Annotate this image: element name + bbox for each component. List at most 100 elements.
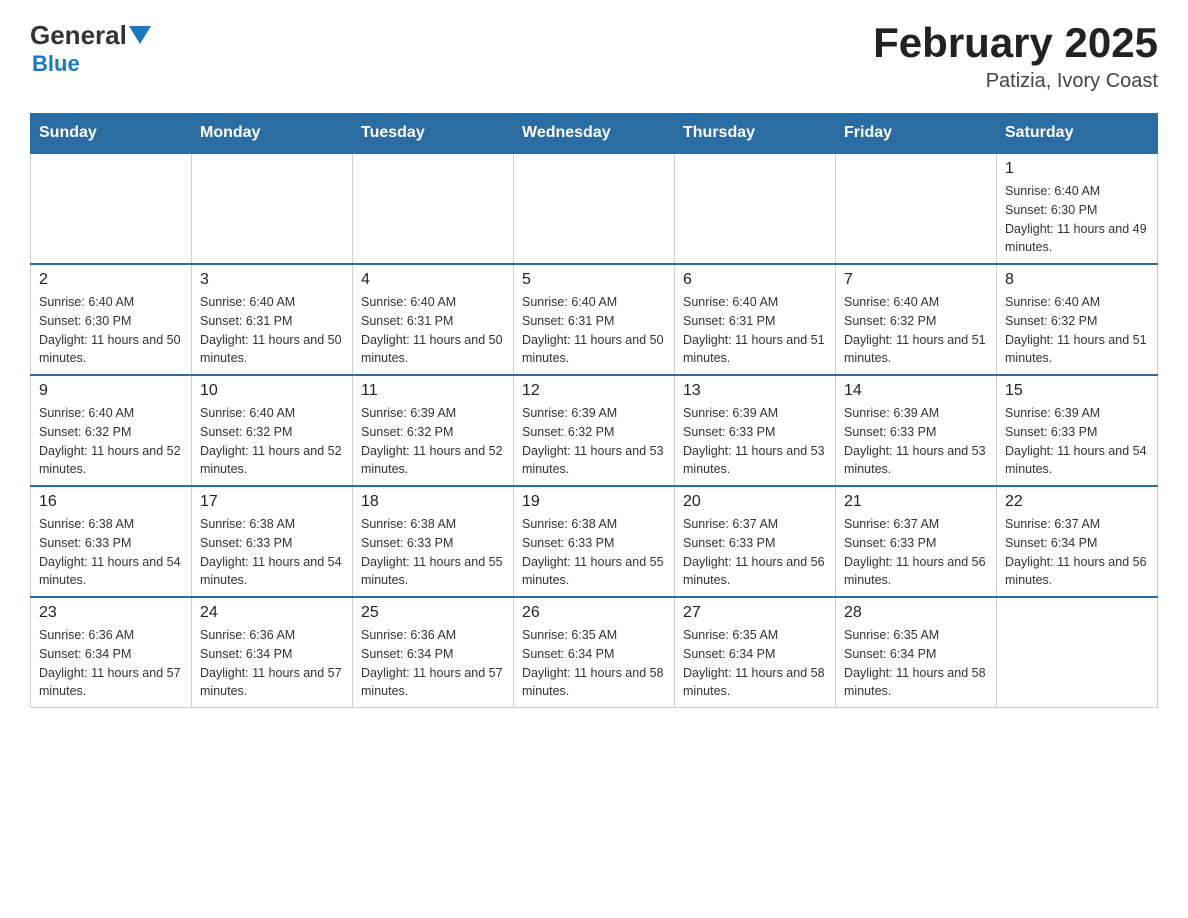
day-info: Sunrise: 6:40 AMSunset: 6:32 PMDaylight:… xyxy=(1005,293,1149,368)
day-number: 17 xyxy=(200,493,344,511)
calendar-day-cell: 23 Sunrise: 6:36 AMSunset: 6:34 PMDayligh… xyxy=(31,597,192,708)
calendar-day-cell xyxy=(675,153,836,264)
calendar-day-cell: 28Sunrise: 6:35 AMSunset: 6:34 PMDayligh… xyxy=(836,597,997,708)
day-info: Sunrise: 6:40 AMSunset: 6:30 PMDaylight:… xyxy=(39,293,183,368)
logo-general-text: General xyxy=(30,20,127,51)
calendar-day-cell: 16Sunrise: 6:38 AMSunset: 6:33 PMDayligh… xyxy=(31,486,192,597)
logo-triangle-icon xyxy=(129,26,151,49)
day-info: Sunrise: 6:40 AMSunset: 6:32 PMDaylight:… xyxy=(200,404,344,479)
day-of-week-header: Wednesday xyxy=(514,114,675,154)
calendar-day-cell: 6 Sunrise: 6:40 AMSunset: 6:31 PMDaylight… xyxy=(675,264,836,375)
day-info: Sunrise: 6:37 AMSunset: 6:34 PMDaylight:… xyxy=(1005,515,1149,590)
day-info: Sunrise: 6:39 AMSunset: 6:33 PMDaylight:… xyxy=(1005,404,1149,479)
day-info: Sunrise: 6:40 AMSunset: 6:32 PMDaylight:… xyxy=(39,404,183,479)
day-number: 26 xyxy=(522,604,666,622)
day-number: 5 xyxy=(522,271,666,289)
calendar-table: SundayMondayTuesdayWednesdayThursdayFrid… xyxy=(30,113,1158,708)
day-of-week-header: Saturday xyxy=(997,114,1158,154)
day-info: Sunrise: 6:36 AMSunset: 6:34 PMDaylight:… xyxy=(361,626,505,701)
day-info: Sunrise: 6:40 AMSunset: 6:31 PMDaylight:… xyxy=(200,293,344,368)
calendar-day-cell: 14 Sunrise: 6:39 AMSunset: 6:33 PMDayligh… xyxy=(836,375,997,486)
day-number: 12 xyxy=(522,382,666,400)
calendar-day-cell: 5 Sunrise: 6:40 AMSunset: 6:31 PMDaylight… xyxy=(514,264,675,375)
day-of-week-header: Sunday xyxy=(31,114,192,154)
day-info: Sunrise: 6:36 AMSunset: 6:34 PMDaylight:… xyxy=(39,626,183,701)
calendar-title: February 2025 xyxy=(873,20,1158,66)
calendar-day-cell: 24 Sunrise: 6:36 AMSunset: 6:34 PMDayligh… xyxy=(192,597,353,708)
calendar-day-cell: 1 Sunrise: 6:40 AMSunset: 6:30 PMDaylight… xyxy=(997,153,1158,264)
day-info: Sunrise: 6:40 AMSunset: 6:30 PMDaylight:… xyxy=(1005,182,1149,257)
day-info: Sunrise: 6:37 AMSunset: 6:33 PMDaylight:… xyxy=(844,515,988,590)
calendar-day-cell xyxy=(192,153,353,264)
day-number: 16 xyxy=(39,493,183,511)
day-number: 24 xyxy=(200,604,344,622)
calendar-day-cell: 10 Sunrise: 6:40 AMSunset: 6:32 PMDayligh… xyxy=(192,375,353,486)
day-info: Sunrise: 6:39 AMSunset: 6:32 PMDaylight:… xyxy=(361,404,505,479)
day-number: 15 xyxy=(1005,382,1149,400)
day-info: Sunrise: 6:40 AMSunset: 6:31 PMDaylight:… xyxy=(522,293,666,368)
calendar-day-cell: 4 Sunrise: 6:40 AMSunset: 6:31 PMDaylight… xyxy=(353,264,514,375)
day-number: 23 xyxy=(39,604,183,622)
day-number: 1 xyxy=(1005,160,1149,178)
calendar-day-cell: 3 Sunrise: 6:40 AMSunset: 6:31 PMDaylight… xyxy=(192,264,353,375)
calendar-day-cell: 25 Sunrise: 6:36 AMSunset: 6:34 PMDayligh… xyxy=(353,597,514,708)
calendar-day-cell: 18 Sunrise: 6:38 AMSunset: 6:33 PMDayligh… xyxy=(353,486,514,597)
day-number: 20 xyxy=(683,493,827,511)
day-number: 25 xyxy=(361,604,505,622)
calendar-week-row: 1 Sunrise: 6:40 AMSunset: 6:30 PMDaylight… xyxy=(31,153,1158,264)
calendar-day-cell xyxy=(836,153,997,264)
day-info: Sunrise: 6:35 AMSunset: 6:34 PMDaylight:… xyxy=(522,626,666,701)
day-info: Sunrise: 6:40 AMSunset: 6:31 PMDaylight:… xyxy=(683,293,827,368)
day-number: 9 xyxy=(39,382,183,400)
calendar-week-row: 16 Sunrise: 6:38 AMSunset: 6:33 PMDayligh… xyxy=(31,486,1158,597)
page-header: General Blue February 2025 Patizia, Ivor… xyxy=(30,20,1158,93)
day-number: 11 xyxy=(361,382,505,400)
calendar-day-cell: 19Sunrise: 6:38 AMSunset: 6:33 PMDayligh… xyxy=(514,486,675,597)
day-number: 18 xyxy=(361,493,505,511)
day-info: Sunrise: 6:37 AMSunset: 6:33 PMDaylight:… xyxy=(683,515,827,590)
day-info: Sunrise: 6:38 AMSunset: 6:33 PMDaylight:… xyxy=(361,515,505,590)
day-info: Sunrise: 6:39 AMSunset: 6:33 PMDaylight:… xyxy=(844,404,988,479)
day-info: Sunrise: 6:36 AMSunset: 6:34 PMDaylight:… xyxy=(200,626,344,701)
calendar-day-cell: 22 Sunrise: 6:37 AMSunset: 6:34 PMDayligh… xyxy=(997,486,1158,597)
calendar-week-row: 2 Sunrise: 6:40 AMSunset: 6:30 PMDaylight… xyxy=(31,264,1158,375)
calendar-day-cell: 9 Sunrise: 6:40 AMSunset: 6:32 PMDaylight… xyxy=(31,375,192,486)
logo: General Blue xyxy=(30,20,151,77)
calendar-header: SundayMondayTuesdayWednesdayThursdayFrid… xyxy=(31,114,1158,154)
day-number: 22 xyxy=(1005,493,1149,511)
day-number: 13 xyxy=(683,382,827,400)
day-info: Sunrise: 6:39 AMSunset: 6:32 PMDaylight:… xyxy=(522,404,666,479)
day-info: Sunrise: 6:39 AMSunset: 6:33 PMDaylight:… xyxy=(683,404,827,479)
day-number: 4 xyxy=(361,271,505,289)
title-area: February 2025 Patizia, Ivory Coast xyxy=(873,20,1158,93)
calendar-day-cell xyxy=(997,597,1158,708)
calendar-day-cell: 11 Sunrise: 6:39 AMSunset: 6:32 PMDayligh… xyxy=(353,375,514,486)
day-info: Sunrise: 6:40 AMSunset: 6:31 PMDaylight:… xyxy=(361,293,505,368)
day-info: Sunrise: 6:38 AMSunset: 6:33 PMDaylight:… xyxy=(200,515,344,590)
day-number: 3 xyxy=(200,271,344,289)
day-number: 8 xyxy=(1005,271,1149,289)
calendar-day-cell: 7 Sunrise: 6:40 AMSunset: 6:32 PMDaylight… xyxy=(836,264,997,375)
day-number: 2 xyxy=(39,271,183,289)
day-of-week-header: Friday xyxy=(836,114,997,154)
calendar-day-cell: 21Sunrise: 6:37 AMSunset: 6:33 PMDayligh… xyxy=(836,486,997,597)
day-number: 7 xyxy=(844,271,988,289)
day-of-week-header: Tuesday xyxy=(353,114,514,154)
calendar-day-cell: 8 Sunrise: 6:40 AMSunset: 6:32 PMDaylight… xyxy=(997,264,1158,375)
calendar-day-cell: 20 Sunrise: 6:37 AMSunset: 6:33 PMDayligh… xyxy=(675,486,836,597)
calendar-day-cell xyxy=(514,153,675,264)
calendar-day-cell: 17 Sunrise: 6:38 AMSunset: 6:33 PMDayligh… xyxy=(192,486,353,597)
calendar-day-cell xyxy=(353,153,514,264)
calendar-week-row: 23 Sunrise: 6:36 AMSunset: 6:34 PMDayligh… xyxy=(31,597,1158,708)
calendar-day-cell: 15 Sunrise: 6:39 AMSunset: 6:33 PMDayligh… xyxy=(997,375,1158,486)
day-info: Sunrise: 6:40 AMSunset: 6:32 PMDaylight:… xyxy=(844,293,988,368)
day-number: 27 xyxy=(683,604,827,622)
days-of-week-row: SundayMondayTuesdayWednesdayThursdayFrid… xyxy=(31,114,1158,154)
day-number: 14 xyxy=(844,382,988,400)
logo-blue-text: Blue xyxy=(32,51,80,76)
day-of-week-header: Monday xyxy=(192,114,353,154)
day-number: 10 xyxy=(200,382,344,400)
calendar-week-row: 9 Sunrise: 6:40 AMSunset: 6:32 PMDaylight… xyxy=(31,375,1158,486)
day-number: 6 xyxy=(683,271,827,289)
day-info: Sunrise: 6:38 AMSunset: 6:33 PMDaylight:… xyxy=(522,515,666,590)
